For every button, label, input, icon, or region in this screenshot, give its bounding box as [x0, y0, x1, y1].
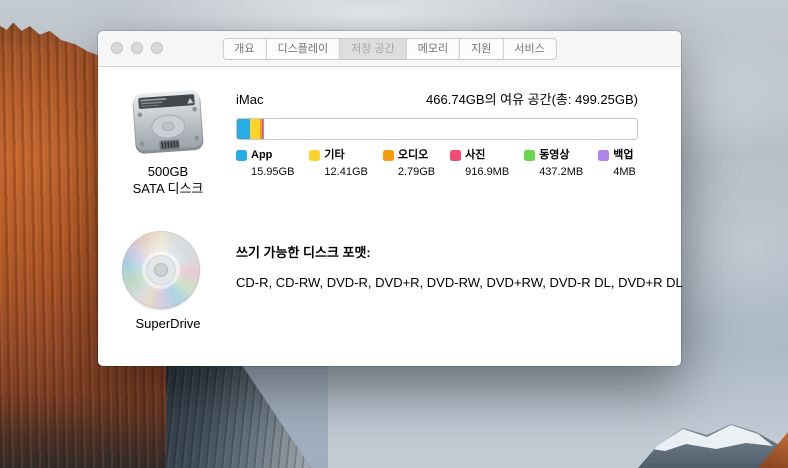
legend-item-videos: 동영상 437.2MB — [524, 149, 583, 178]
legend-label: App — [251, 149, 294, 162]
storage-segment — [237, 119, 250, 139]
legend-label: 동영상 — [539, 149, 583, 162]
legend-size: 916.9MB — [465, 166, 509, 178]
storage-header: iMac 466.74GB의 여유 공간(총: 499.25GB) — [236, 89, 638, 108]
legend-label: 사진 — [465, 149, 509, 162]
device-name: iMac — [236, 92, 263, 107]
legend-item-audio: 오디오 2.79GB — [383, 149, 435, 178]
legend-size: 15.95GB — [251, 166, 294, 178]
tab-bar: 개요디스플레이저장 공간메모리지원서비스 — [222, 38, 556, 60]
legend-color-swatch — [450, 150, 461, 161]
minimize-button[interactable] — [131, 42, 143, 54]
legend-label: 기타 — [324, 149, 367, 162]
legend-size: 2.79GB — [398, 166, 435, 178]
legend-item-etc: 기타 12.41GB — [309, 149, 367, 178]
legend-color-swatch — [236, 150, 247, 161]
disk-type: SATA 디스크 — [98, 180, 238, 197]
legend-color-swatch — [524, 150, 535, 161]
tab-memory[interactable]: 메모리 — [407, 39, 460, 59]
about-this-mac-window: 개요디스플레이저장 공간메모리지원서비스 — [98, 31, 681, 366]
legend-label: 백업 — [613, 149, 636, 162]
internal-hard-drive-icon — [128, 83, 208, 163]
disk-name-label: 500GB SATA 디스크 — [98, 163, 238, 197]
legend-item-app: App 15.95GB — [236, 149, 294, 178]
writable-formats-title: 쓰기 가능한 디스크 포맷: — [236, 242, 761, 261]
legend-item-backup: 백업 4MB — [598, 149, 636, 178]
free-space-text: 466.74GB의 여유 공간(총: 499.25GB) — [426, 89, 638, 108]
legend-label: 오디오 — [398, 149, 435, 162]
tab-displays[interactable]: 디스플레이 — [267, 39, 341, 59]
superdrive-name-label: SuperDrive — [98, 316, 238, 331]
disk-capacity: 500GB — [98, 163, 238, 180]
storage-pane: 500GB SATA 디스크 iMac 466.74GB의 여유 공간(총: 4… — [98, 67, 681, 365]
zoom-button[interactable] — [151, 42, 163, 54]
superdrive-disc-icon — [122, 231, 200, 309]
legend-size: 4MB — [613, 166, 636, 178]
legend-color-swatch — [383, 150, 394, 161]
tab-overview[interactable]: 개요 — [223, 39, 266, 59]
storage-usage-bar — [236, 118, 638, 140]
optical-disc — [122, 231, 200, 309]
tab-support[interactable]: 지원 — [460, 39, 503, 59]
legend-size: 12.41GB — [324, 166, 367, 178]
storage-usage-section: iMac 466.74GB의 여유 공간(총: 499.25GB) App 15.… — [236, 89, 638, 178]
traffic-lights — [111, 42, 163, 54]
legend-size: 437.2MB — [539, 166, 583, 178]
storage-legend: App 15.95GB 기타 12.41GB 오디오 2.79GB 사진 916.9MB 동영상… — [236, 149, 638, 178]
writable-formats-section: 쓰기 가능한 디스크 포맷: CD-R, CD-RW, DVD-R, DVD+R… — [236, 242, 761, 290]
writable-formats-list: CD-R, CD-RW, DVD-R, DVD+R, DVD-RW, DVD+R… — [236, 275, 761, 290]
tab-storage[interactable]: 저장 공간 — [340, 39, 407, 59]
storage-segment — [250, 119, 260, 139]
title-bar: 개요디스플레이저장 공간메모리지원서비스 — [98, 31, 681, 67]
legend-color-swatch — [309, 150, 320, 161]
legend-item-photos: 사진 916.9MB — [450, 149, 509, 178]
legend-color-swatch — [598, 150, 609, 161]
tab-service[interactable]: 서비스 — [503, 39, 555, 59]
close-button[interactable] — [111, 42, 123, 54]
